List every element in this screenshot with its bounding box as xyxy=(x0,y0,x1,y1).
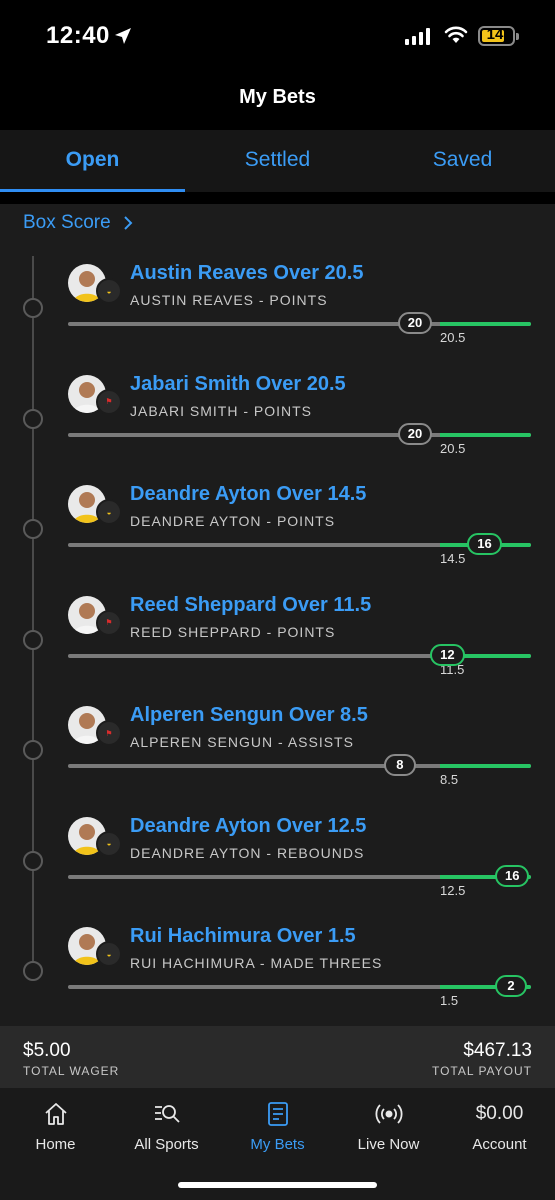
nav-home-label: Home xyxy=(35,1136,76,1153)
bet-leg-subtitle: REED SHEPPARD - POINTS xyxy=(130,623,336,640)
broadcast-icon xyxy=(375,1104,402,1124)
bets-tabs: Open Settled Saved xyxy=(0,130,555,192)
bet-line-value: 1.5 xyxy=(440,993,459,1008)
bet-leg-subtitle: ALPEREN SENGUN - ASSISTS xyxy=(130,734,354,750)
bet-line-value: 8.5 xyxy=(440,772,459,787)
bet-line-value: 12.5 xyxy=(440,882,466,898)
cellular-signal-icon xyxy=(405,28,430,45)
nav-account-label: Account xyxy=(472,1136,527,1153)
bet-leg[interactable]: ◒ Deandre Ayton Over 14.5 DEANDRE AYTON - … xyxy=(0,483,555,595)
bet-leg-title[interactable]: Deandre Ayton Over 12.5 xyxy=(130,815,366,838)
nav-all-sports-label: All Sports xyxy=(134,1136,199,1153)
progress-track: 11.5 12 xyxy=(68,643,531,677)
bet-leg-subtitle: JABARI SMITH - POINTS xyxy=(130,402,313,419)
tab-divider xyxy=(0,192,555,204)
progress-track: 14.5 16 xyxy=(68,533,531,566)
bet-leg-title[interactable]: Austin Reaves Over 20.5 xyxy=(130,262,363,285)
box-score-link[interactable]: Box Score xyxy=(23,212,133,234)
nav-account[interactable]: $0.00 Account xyxy=(444,1088,555,1200)
timeline-dot xyxy=(23,519,43,539)
bet-leg[interactable]: ◒ Austin Reaves Over 20.5 AUSTIN REAVES - … xyxy=(0,262,555,374)
home-indicator xyxy=(178,1182,377,1188)
total-wager-label: TOTAL WAGER xyxy=(23,1064,120,1078)
bet-leg-subtitle: AUSTIN REAVES - POINTS xyxy=(130,292,328,308)
page-title: My Bets xyxy=(239,86,316,108)
timeline-dot xyxy=(23,298,43,318)
current-stat-pill: 8 xyxy=(383,754,416,776)
lakers-logo-icon: ◒ xyxy=(96,941,122,967)
bet-line-value: 20.5 xyxy=(440,440,466,456)
bet-leg-title[interactable]: Reed Sheppard Over 11.5 xyxy=(130,594,371,617)
bet-leg-title[interactable]: Alperen Sengun Over 8.5 xyxy=(130,704,368,727)
page-header: My Bets xyxy=(0,70,555,130)
current-stat-pill: 16 xyxy=(495,864,530,887)
timeline-dot xyxy=(23,850,43,871)
bet-card: Box Score ◒ Austin Reaves Over 20.5 AUSTIN… xyxy=(0,204,555,1026)
progress-track: 12.5 16 xyxy=(68,864,531,898)
bet-leg[interactable]: ⚑ Alperen Sengun Over 8.5 ALPEREN SENGUN -… xyxy=(0,704,555,816)
current-stat-pill: 20 xyxy=(397,422,433,445)
bet-leg-subtitle: RUI HACHIMURA - MADE THREES xyxy=(130,955,383,971)
bet-leg-title[interactable]: Deandre Ayton Over 14.5 xyxy=(130,483,366,506)
current-stat-pill: 16 xyxy=(467,533,502,555)
nav-my-bets-label: My Bets xyxy=(250,1136,305,1153)
progress-track: 20.5 20 xyxy=(68,312,531,345)
timeline-dot xyxy=(23,961,43,981)
lakers-logo-icon: ◒ xyxy=(96,278,122,304)
bet-leg-title[interactable]: Jabari Smith Over 20.5 xyxy=(130,373,346,396)
betslip-icon xyxy=(267,1102,288,1126)
wifi-icon xyxy=(444,26,468,43)
battery-icon: 14 xyxy=(478,26,519,46)
nav-live-now-label: Live Now xyxy=(357,1136,420,1153)
box-score-label: Box Score xyxy=(23,212,111,233)
status-bar: 12:40 14 xyxy=(0,0,555,70)
progress-over-zone xyxy=(440,322,531,326)
tab-settled[interactable]: Settled xyxy=(185,130,370,192)
timeline-dot xyxy=(23,629,43,650)
tab-saved[interactable]: Saved xyxy=(370,130,555,192)
nav-home[interactable]: Home xyxy=(0,1088,111,1200)
rockets-logo-icon: ⚑ xyxy=(96,720,122,746)
house-icon xyxy=(44,1103,67,1125)
location-arrow-icon xyxy=(115,28,131,44)
progress-over-zone xyxy=(440,432,531,437)
current-stat-pill: 20 xyxy=(397,312,433,334)
timeline-dot xyxy=(23,740,43,760)
chevron-right-icon xyxy=(123,216,133,230)
current-stat-pill: 2 xyxy=(495,975,527,997)
lakers-logo-icon: ◒ xyxy=(96,830,122,857)
total-wager-value: $5.00 xyxy=(23,1040,71,1061)
bet-leg-subtitle: DEANDRE AYTON - REBOUNDS xyxy=(130,844,365,861)
rockets-logo-icon: ⚑ xyxy=(96,388,122,415)
bet-leg[interactable]: ⚑ Reed Sheppard Over 11.5 REED SHEPPARD - … xyxy=(0,594,555,706)
search-list-icon xyxy=(154,1105,180,1123)
battery-level: 14 xyxy=(486,26,504,43)
progress-track: 20.5 20 xyxy=(68,422,531,456)
bet-leg[interactable]: ⚑ Jabari Smith Over 20.5 JABARI SMITH - PO… xyxy=(0,373,555,485)
bet-leg-subtitle: DEANDRE AYTON - POINTS xyxy=(130,513,336,529)
total-payout-label: TOTAL PAYOUT xyxy=(431,1064,532,1078)
status-time: 12:40 xyxy=(46,22,110,49)
bet-leg[interactable]: ◒ Deandre Ayton Over 12.5 DEANDRE AYTON - … xyxy=(0,815,555,927)
current-stat-pill: 12 xyxy=(430,643,465,666)
bet-line-value: 14.5 xyxy=(440,551,466,566)
lakers-logo-icon: ◒ xyxy=(96,499,122,525)
timeline-dot xyxy=(23,408,43,429)
progress-track: 8.5 8 xyxy=(68,754,531,787)
account-balance: $0.00 xyxy=(475,1103,524,1124)
total-payout-value: $467.13 xyxy=(463,1040,532,1061)
bet-leg-title[interactable]: Rui Hachimura Over 1.5 xyxy=(130,925,356,948)
bet-leg[interactable]: ◒ Rui Hachimura Over 1.5 RUI HACHIMURA - M… xyxy=(0,925,555,1037)
bet-line-value: 20.5 xyxy=(440,330,466,345)
progress-track: 1.5 2 xyxy=(68,975,531,1008)
tab-open[interactable]: Open xyxy=(0,130,185,192)
rockets-logo-icon: ⚑ xyxy=(96,609,122,636)
bet-summary: $5.00 TOTAL WAGER $467.13 TOTAL PAYOUT xyxy=(0,1026,555,1088)
progress-over-zone xyxy=(440,764,531,768)
